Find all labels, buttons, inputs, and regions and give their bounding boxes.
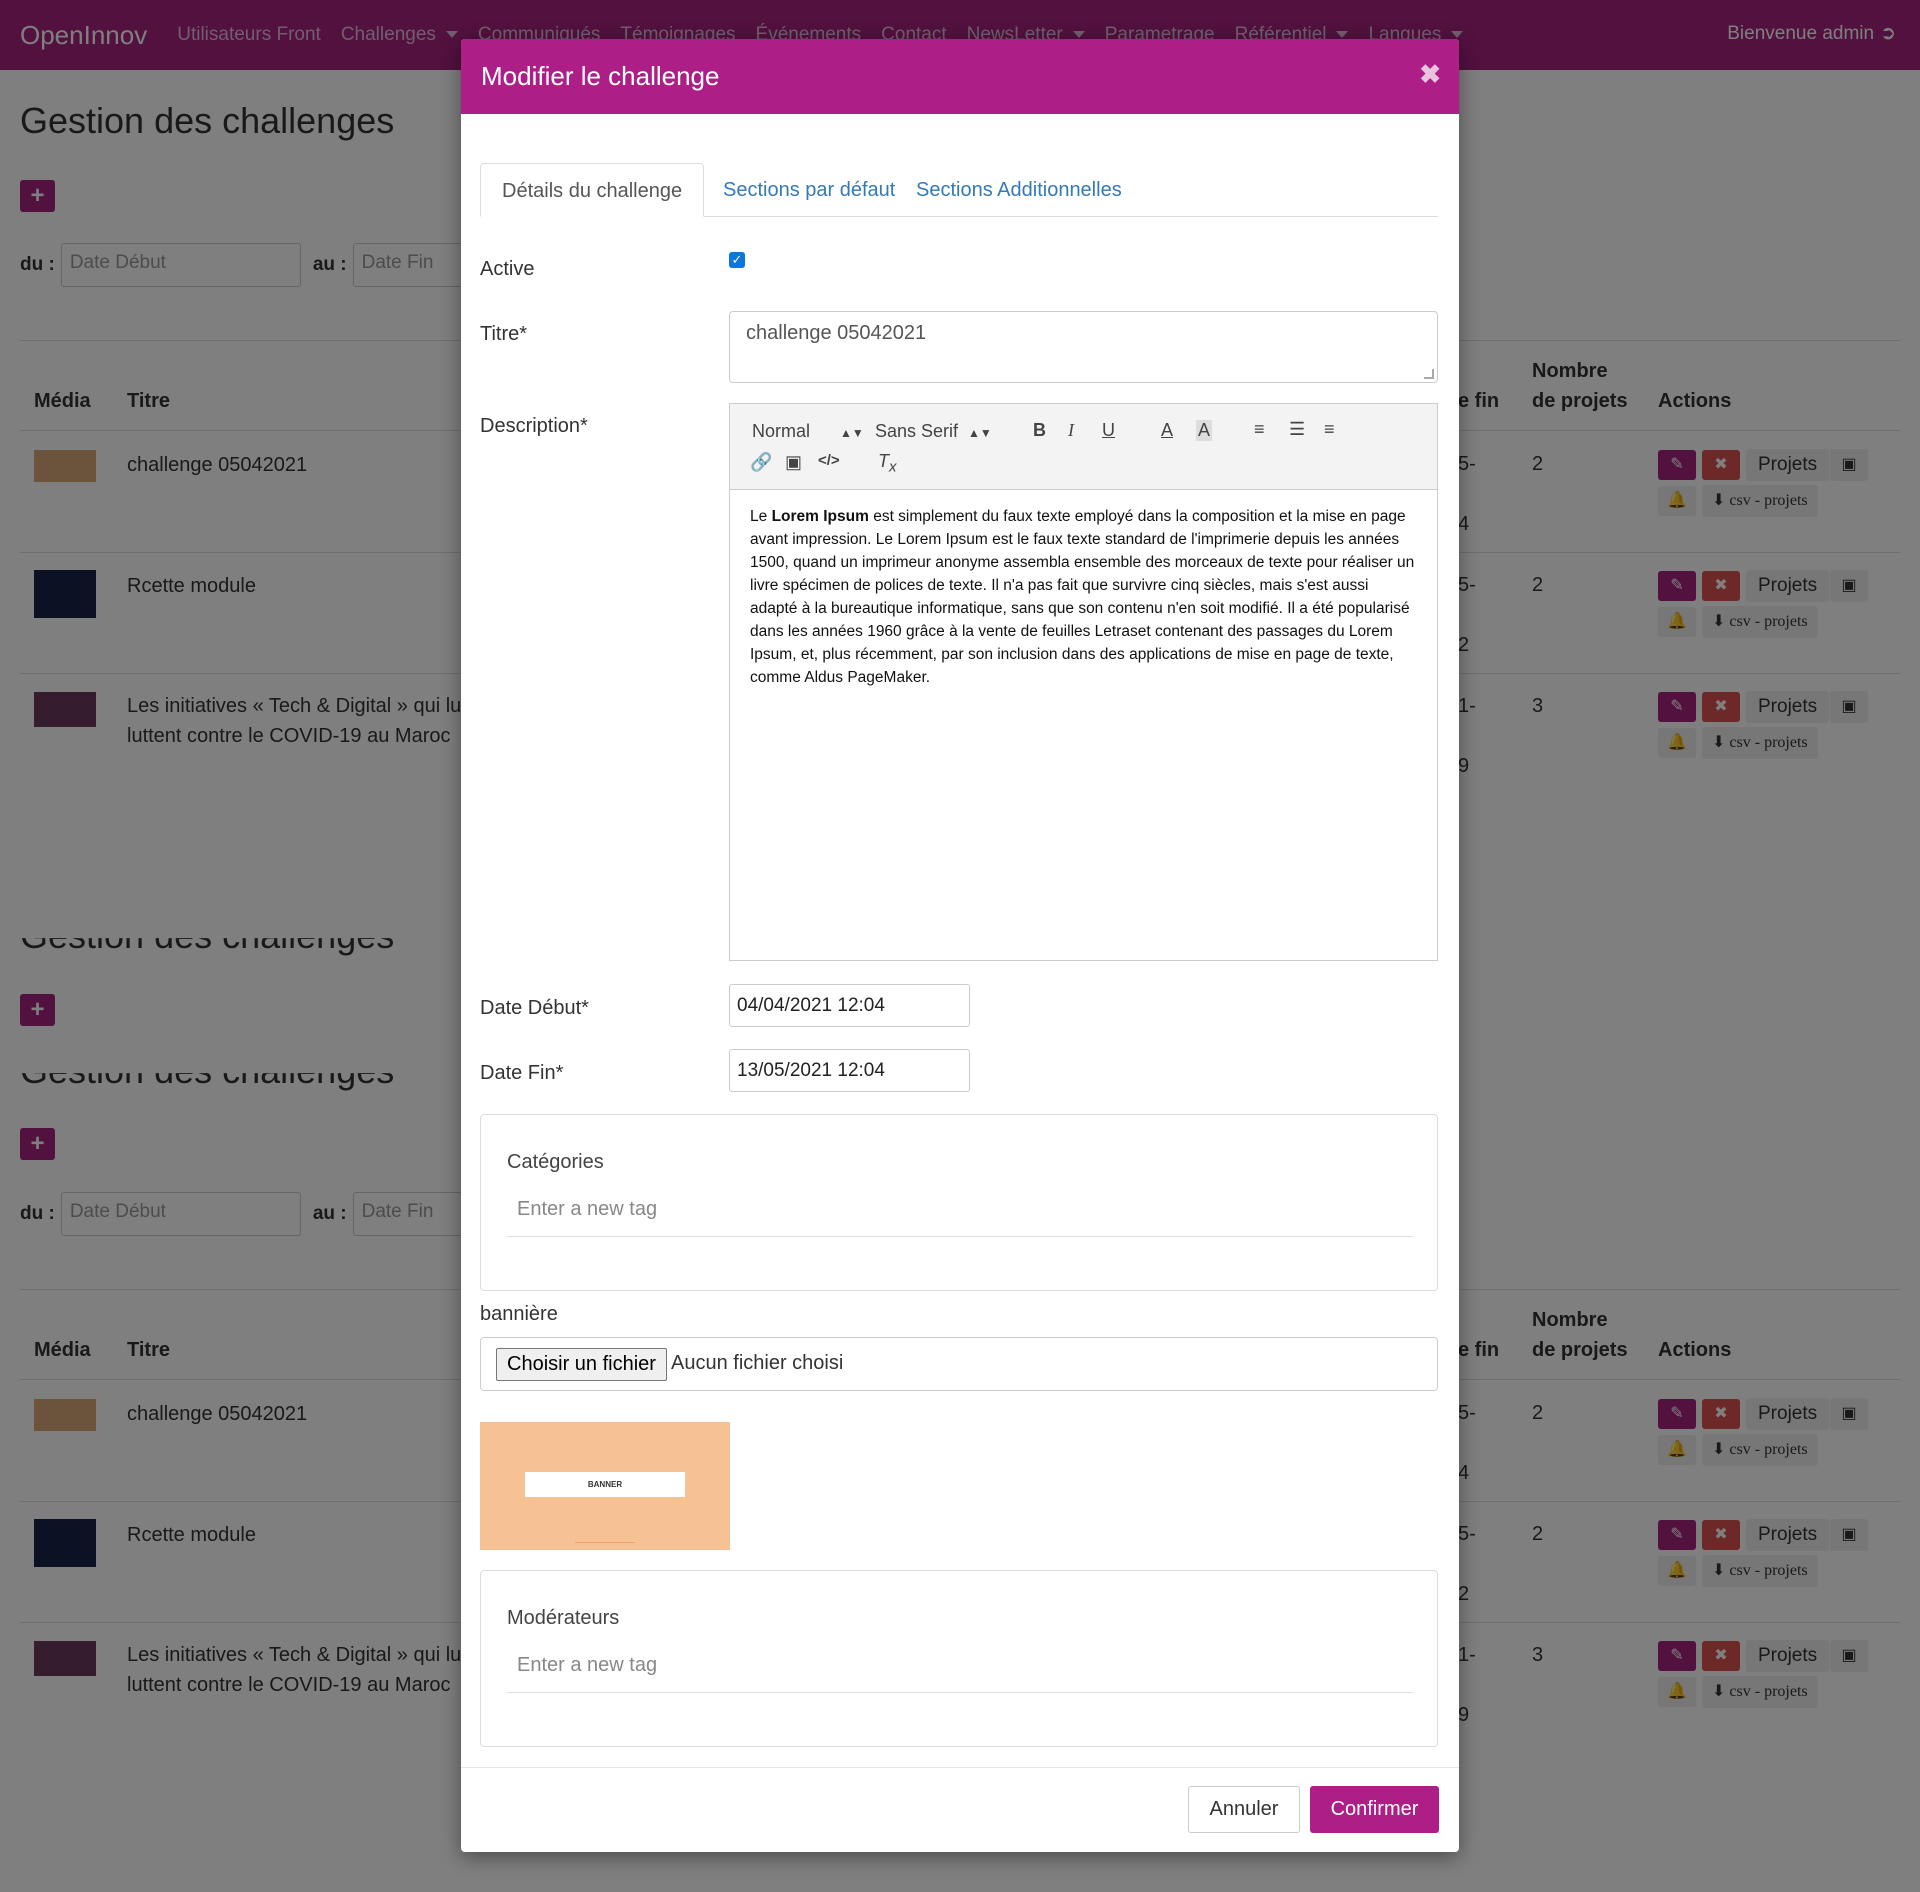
active-label: Active xyxy=(480,258,535,280)
tab-sections-additionnelles[interactable]: Sections Additionnelles xyxy=(895,163,1143,217)
align-icon[interactable]: ≡ xyxy=(1324,419,1335,440)
moderateurs-title: Modérateurs xyxy=(507,1607,620,1629)
editor-text-body: est simplement du faux texte employé dan… xyxy=(750,508,1415,686)
moderateurs-tag-input[interactable]: Enter a new tag xyxy=(507,1645,1413,1693)
format-select-value: Normal xyxy=(752,421,811,441)
active-checkbox[interactable]: ✓ xyxy=(729,252,745,268)
background-color-icon[interactable]: A xyxy=(1196,420,1213,441)
choose-file-button[interactable]: Choisir un fichier xyxy=(496,1348,667,1381)
date-fin-label: Date Fin* xyxy=(480,1062,564,1084)
description-editor: Normal ▲▼ Sans Serif ▲▼ B I U A A ≡ ☰ ≡ 🔗 … xyxy=(729,403,1438,961)
banniere-file-input: Choisir un fichier Aucun fichier choisi xyxy=(480,1337,1438,1391)
ordered-list-icon[interactable]: ≡ xyxy=(1254,419,1265,440)
italic-icon[interactable]: I xyxy=(1068,420,1074,441)
modal-tabs: Détails du challenge Sections par défaut… xyxy=(480,163,1438,217)
banniere-label: bannière xyxy=(480,1303,558,1325)
titre-value: challenge 05042021 xyxy=(746,322,927,344)
banner-preview: BANNER xyxy=(480,1422,730,1550)
edit-challenge-modal: Modifier le challenge ✖ Détails du chall… xyxy=(461,39,1459,1852)
editor-text-bold: Lorem Ipsum xyxy=(771,508,869,525)
image-icon[interactable]: ▣ xyxy=(785,452,802,473)
format-select[interactable]: Normal ▲▼ xyxy=(752,421,864,442)
underline-icon[interactable]: U xyxy=(1102,420,1115,441)
banner-decoration xyxy=(575,1542,635,1543)
clear-format-icon[interactable]: Tx xyxy=(878,451,897,476)
modal-footer-divider xyxy=(461,1767,1459,1768)
description-label: Description* xyxy=(480,415,588,437)
moderateurs-panel: Modérateurs Enter a new tag xyxy=(480,1570,1438,1747)
confirm-button[interactable]: Confirmer xyxy=(1310,1786,1439,1833)
banner-preview-label: BANNER xyxy=(525,1472,685,1497)
font-select[interactable]: Sans Serif ▲▼ xyxy=(875,421,992,442)
updown-icon: ▲▼ xyxy=(968,426,992,440)
tab-details[interactable]: Détails du challenge xyxy=(480,163,705,217)
code-icon[interactable]: </> xyxy=(818,452,840,469)
editor-content[interactable]: Le Lorem Ipsum est simplement du faux te… xyxy=(750,505,1420,689)
font-select-value: Sans Serif xyxy=(875,421,959,441)
updown-icon: ▲▼ xyxy=(840,426,864,440)
resize-handle[interactable] xyxy=(1424,369,1434,379)
text-color-icon[interactable]: A xyxy=(1161,420,1173,441)
bullet-list-icon[interactable]: ☰ xyxy=(1289,419,1305,440)
categories-panel: Catégories Enter a new tag xyxy=(480,1114,1438,1291)
titre-label: Titre* xyxy=(480,323,528,345)
file-status: Aucun fichier choisi xyxy=(671,1352,844,1374)
link-icon[interactable]: 🔗 xyxy=(750,452,772,473)
editor-toolbar: Normal ▲▼ Sans Serif ▲▼ B I U A A ≡ ☰ ≡ 🔗 … xyxy=(730,404,1437,490)
close-icon[interactable]: ✖ xyxy=(1419,59,1441,90)
editor-text-prefix: Le xyxy=(750,508,768,525)
date-fin-input[interactable]: 13/05/2021 12:04 xyxy=(729,1049,970,1092)
date-debut-input[interactable]: 04/04/2021 12:04 xyxy=(729,984,970,1027)
titre-input[interactable]: challenge 05042021 xyxy=(729,311,1438,383)
tab-sections-defaut[interactable]: Sections par défaut xyxy=(702,163,916,217)
date-debut-label: Date Début* xyxy=(480,997,589,1019)
categories-title: Catégories xyxy=(507,1151,604,1173)
modal-header: Modifier le challenge ✖ xyxy=(461,39,1459,114)
bold-icon[interactable]: B xyxy=(1033,420,1046,441)
cancel-button[interactable]: Annuler xyxy=(1188,1786,1300,1833)
categories-tag-input[interactable]: Enter a new tag xyxy=(507,1189,1413,1237)
modal-title: Modifier le challenge xyxy=(481,61,720,91)
